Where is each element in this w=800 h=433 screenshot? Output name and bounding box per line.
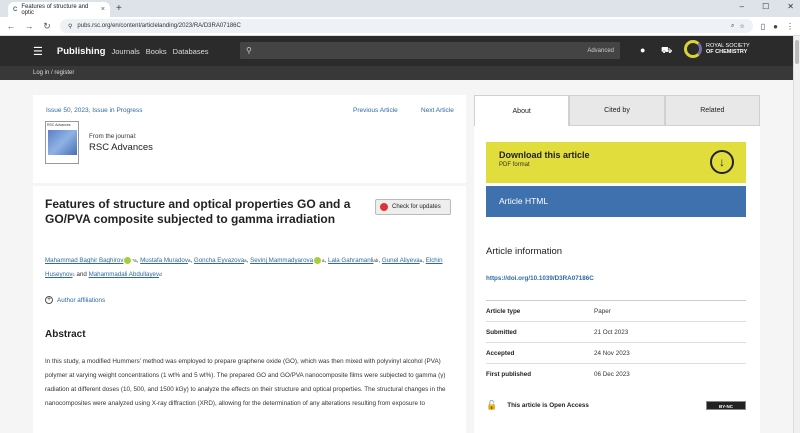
doi-link[interactable]: https://doi.org/10.1039/D3RA07186C — [486, 275, 594, 282]
nav-books[interactable]: Books — [146, 47, 167, 56]
orcid-icon[interactable] — [124, 256, 132, 264]
login-link[interactable]: Log in / register — [33, 70, 74, 76]
search-input[interactable]: ⚲ Advanced — [240, 42, 620, 59]
rsc-logo-icon — [684, 40, 702, 58]
crossmark-icon — [380, 203, 388, 211]
nav-databases[interactable]: Databases — [173, 47, 209, 56]
sidebar-icon[interactable]: ▯ — [761, 22, 765, 31]
browser-tabstrip: C Features of structure and optic × + – ☐ ✕ — [0, 0, 800, 17]
search-icon: ⚲ — [246, 46, 252, 55]
previous-article-link[interactable]: Previous Article — [353, 107, 398, 114]
author-link[interactable]: Goncha Eyvazova — [194, 257, 244, 264]
author-link[interactable]: Mahammad Baghir Baghirov — [45, 257, 123, 264]
open-access-row: 🔓 This article is Open Access BY-NC — [486, 397, 746, 413]
article-title: Features of structure and optical proper… — [45, 197, 351, 226]
article-card: Features of structure and optical proper… — [33, 186, 466, 433]
page-scrollbar[interactable] — [793, 36, 800, 433]
menu-dots-icon[interactable]: ⋮ — [786, 22, 794, 31]
back-icon[interactable]: ← — [6, 21, 16, 31]
author-link[interactable]: Lala Gahramanli — [328, 257, 373, 264]
from-journal-label: From the journal: — [89, 133, 137, 140]
tab-related[interactable]: Related — [664, 95, 760, 126]
tab-title: Features of structure and optic — [21, 3, 89, 16]
close-window-icon[interactable]: ✕ — [787, 2, 794, 11]
maximize-icon[interactable]: ☐ — [762, 2, 769, 11]
abstract-heading: Abstract — [45, 329, 86, 340]
author-link[interactable]: Mahammadali Abdullayev — [89, 271, 160, 278]
next-article-link[interactable]: Next Article — [421, 107, 454, 114]
new-tab-button[interactable]: + — [116, 3, 122, 15]
journal-name[interactable]: RSC Advances — [89, 142, 153, 153]
rsc-logo[interactable]: ROYAL SOCIETY OF CHEMISTRY — [684, 40, 750, 58]
info-row: Accepted 24 Nov 2023 — [486, 342, 746, 363]
info-row: Submitted 21 Oct 2023 — [486, 321, 746, 342]
profile-icon[interactable]: ● — [773, 22, 778, 31]
author-link[interactable]: Gunel Aliyeva — [382, 257, 420, 264]
address-bar: ← → ↻ ⚲ pubs.rsc.org/en/content/articlela… — [0, 17, 800, 36]
open-access-lock-icon: 🔓 — [486, 399, 498, 410]
article-information-heading: Article information — [486, 246, 563, 257]
site-info-icon[interactable]: ⚲ — [68, 23, 72, 30]
expand-plus-icon: + — [45, 296, 53, 304]
author-list: Mahammad Baghir Baghirov *a, Mustafa Mura… — [45, 256, 443, 278]
journal-cover[interactable]: RSC Advances — [45, 121, 79, 164]
cc-license-badge[interactable]: BY-NC — [706, 400, 746, 410]
user-icon[interactable]: ● — [640, 45, 645, 55]
hamburger-menu-icon[interactable]: ☰ — [33, 45, 43, 58]
issue-link[interactable]: Issue 50, 2023, Issue in Progress — [46, 107, 142, 114]
url-field[interactable]: ⚲ pubs.rsc.org/en/content/articlelanding/… — [60, 19, 753, 33]
brand-publishing[interactable]: Publishing — [57, 46, 106, 57]
bookmark-star-icon[interactable]: ☆ — [739, 23, 744, 30]
close-tab-icon[interactable]: × — [101, 6, 105, 13]
author-link[interactable]: Sevinj Mammadyarova — [250, 257, 313, 264]
abstract-text: In this study, a modified Hummers' metho… — [45, 358, 446, 407]
info-row: Article type Paper — [486, 300, 746, 321]
site-header: ☰ Publishing Journals Books Databases ⚲ A… — [0, 36, 793, 66]
orcid-icon[interactable] — [314, 256, 322, 264]
download-article-button[interactable]: Download this article PDF format ↓ — [486, 142, 746, 183]
browser-tab[interactable]: C Features of structure and optic × — [8, 2, 110, 17]
article-sidebar: About Cited by Related Download this art… — [474, 95, 760, 433]
minimize-icon[interactable]: – — [740, 2, 744, 11]
cart-icon[interactable]: ⛟ — [661, 45, 672, 57]
author-affiliations-toggle[interactable]: + Author affiliations — [45, 296, 105, 304]
advanced-search-link[interactable]: Advanced — [587, 48, 614, 54]
sidebar-tabs: About Cited by Related — [474, 95, 760, 126]
reload-icon[interactable]: ↻ — [42, 21, 52, 32]
nav-journals[interactable]: Journals — [111, 47, 139, 56]
login-bar: Log in / register — [0, 66, 793, 80]
article-info-table: Article type Paper Submitted 21 Oct 2023 A… — [486, 300, 746, 384]
tab-about[interactable]: About — [474, 95, 570, 126]
tab-cited-by[interactable]: Cited by — [569, 95, 665, 126]
journal-card: Issue 50, 2023, Issue in Progress Previo… — [33, 95, 466, 183]
article-html-button[interactable]: Article HTML — [486, 186, 746, 217]
window-controls: – ☐ ✕ — [740, 2, 794, 11]
zoom-icon[interactable]: ⌕ — [731, 23, 734, 30]
scrollbar-thumb[interactable] — [795, 40, 799, 64]
check-for-updates-button[interactable]: Check for updates — [375, 199, 451, 215]
author-link[interactable]: Mustafa Muradov — [140, 257, 188, 264]
download-icon: ↓ — [710, 150, 734, 174]
forward-icon[interactable]: → — [24, 21, 34, 31]
info-row: First published 06 Dec 2023 — [486, 363, 746, 384]
favicon-icon: C — [13, 6, 18, 13]
